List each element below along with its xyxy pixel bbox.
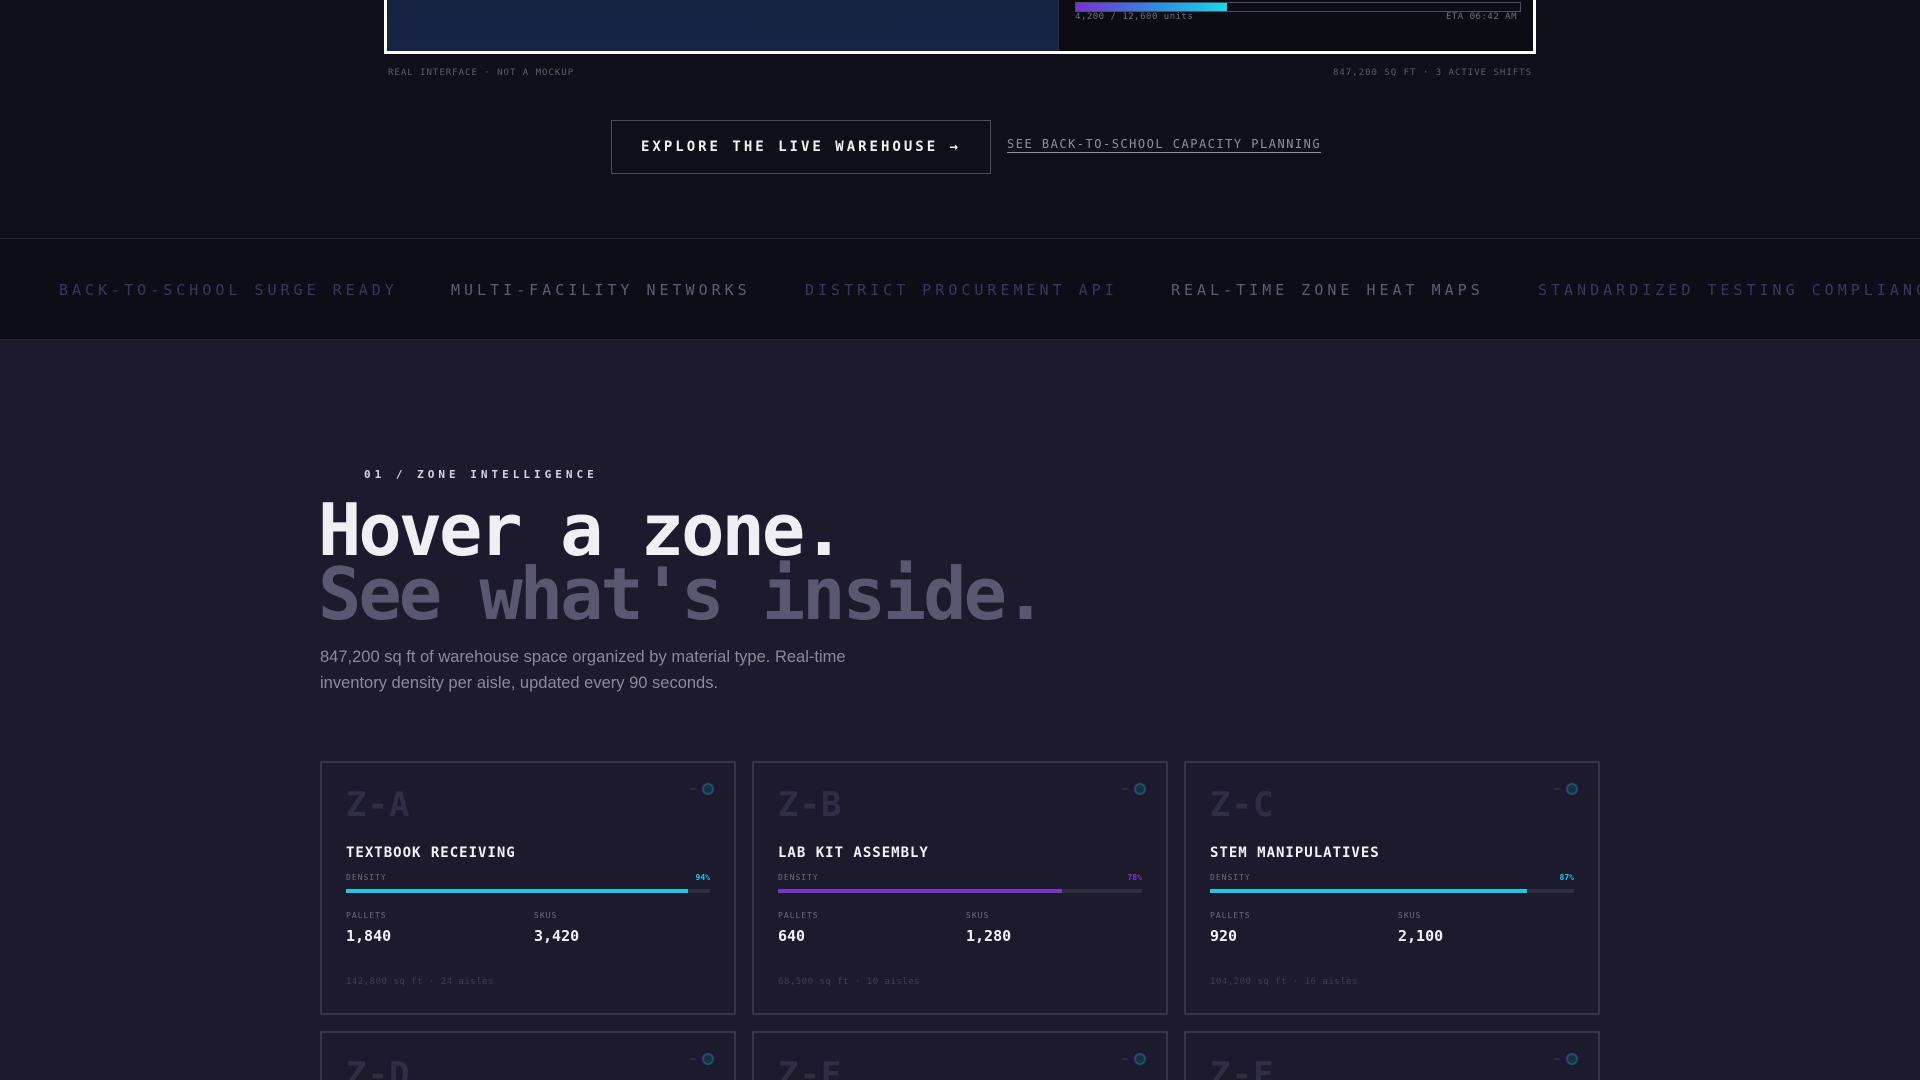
density-fill — [1210, 889, 1527, 893]
skus-value: 1,280 — [966, 927, 1012, 945]
feature-marquee: BACK-TO-SCHOOL SURGE READY MULTI-FACILIT… — [0, 238, 1920, 340]
zone-card-z-f[interactable]: Z-F — [1184, 1031, 1600, 1080]
live-preview-frame: 4,200 / 12,600 units ETA 06:42 AM — [384, 0, 1536, 54]
marquee-item: DISTRICT PROCUREMENT API — [805, 281, 1118, 299]
skus-label: SKUS — [966, 911, 990, 920]
density-value: 94% — [695, 873, 710, 882]
status-dot-icon — [1122, 1053, 1146, 1065]
density-bar — [1210, 889, 1574, 893]
skus-label: SKUS — [534, 911, 558, 920]
eta-text: ETA 06:42 AM — [1445, 12, 1517, 22]
status-dot-icon — [1122, 783, 1146, 795]
marquee-item: BACK-TO-SCHOOL SURGE READY — [59, 281, 398, 299]
density-label: DENSITY — [346, 873, 387, 882]
pallets-label: PALLETS — [1210, 911, 1251, 920]
pallets-value: 640 — [778, 927, 806, 945]
zone-name: LAB KIT ASSEMBLY — [778, 845, 929, 861]
pallets-value: 1,840 — [346, 927, 392, 945]
skus-value: 3,420 — [534, 927, 580, 945]
density-value: 78% — [1127, 873, 1142, 882]
density-bar — [346, 889, 710, 893]
zone-code: Z-A — [346, 785, 411, 825]
marquee-item: REAL-TIME ZONE HEAT MAPS — [1171, 281, 1484, 299]
zone-code: Z-F — [1210, 1055, 1275, 1080]
zone-code: Z-D — [346, 1055, 411, 1080]
density-fill — [778, 889, 1062, 893]
preview-caption-left: REAL INTERFACE · NOT A MOCKUP — [388, 68, 575, 78]
skus-label: SKUS — [1398, 911, 1422, 920]
zone-footprint: 68,500 sq ft · 10 aisles — [778, 977, 921, 987]
capacity-planning-link[interactable]: SEE BACK-TO-SCHOOL CAPACITY PLANNING — [1007, 137, 1321, 151]
marquee-item: MULTI-FACILITY NETWORKS — [451, 281, 751, 299]
headline-secondary: See what's inside. — [318, 552, 1047, 636]
pallets-label: PALLETS — [778, 911, 819, 920]
zone-code: Z-E — [778, 1055, 843, 1080]
hero-section: 4,200 / 12,600 units ETA 06:42 AM REAL I… — [0, 0, 1920, 238]
zone-card-z-e[interactable]: Z-E — [752, 1031, 1168, 1080]
skus-value: 2,100 — [1398, 927, 1444, 945]
zone-card-z-a[interactable]: Z-A TEXTBOOK RECEIVING DENSITY 94% PALLE… — [320, 761, 736, 1015]
zone-card-z-d[interactable]: Z-D — [320, 1031, 736, 1080]
density-value: 87% — [1559, 873, 1574, 882]
status-dot-icon — [690, 783, 714, 795]
density-label: DENSITY — [778, 873, 819, 882]
zone-card-z-b[interactable]: Z-B LAB KIT ASSEMBLY DENSITY 78% PALLETS… — [752, 761, 1168, 1015]
preview-map-panel — [387, 0, 1059, 51]
units-progress-fill — [1076, 3, 1227, 11]
pallets-value: 920 — [1210, 927, 1238, 945]
zone-card-z-c[interactable]: Z-C STEM MANIPULATIVES DENSITY 87% PALLE… — [1184, 761, 1600, 1015]
units-count: 4,200 / 12,600 units — [1075, 12, 1194, 22]
status-dot-icon — [1554, 1053, 1578, 1065]
preview-caption-right: 847,200 SQ FT · 3 ACTIVE SHIFTS — [1333, 68, 1532, 78]
units-progress-bar — [1075, 2, 1521, 12]
zone-name: TEXTBOOK RECEIVING — [346, 845, 516, 861]
section-description: 847,200 sq ft of warehouse space organiz… — [320, 648, 846, 692]
density-label: DENSITY — [1210, 873, 1251, 882]
section-label: 01 / ZONE INTELLIGENCE — [364, 468, 598, 481]
status-dot-icon — [1554, 783, 1578, 795]
status-dot-icon — [690, 1053, 714, 1065]
density-fill — [346, 889, 689, 893]
marquee-item: STANDARDIZED TESTING COMPLIANCE — [1538, 281, 1920, 299]
zone-code: Z-C — [1210, 785, 1275, 825]
zone-footprint: 104,200 sq ft · 16 aisles — [1210, 977, 1358, 987]
zone-footprint: 142,800 sq ft · 24 aisles — [346, 977, 494, 987]
zone-name: STEM MANIPULATIVES — [1210, 845, 1380, 861]
zone-code: Z-B — [778, 785, 843, 825]
density-bar — [778, 889, 1142, 893]
explore-live-warehouse-button[interactable]: EXPLORE THE LIVE WAREHOUSE → — [611, 120, 991, 174]
pallets-label: PALLETS — [346, 911, 387, 920]
